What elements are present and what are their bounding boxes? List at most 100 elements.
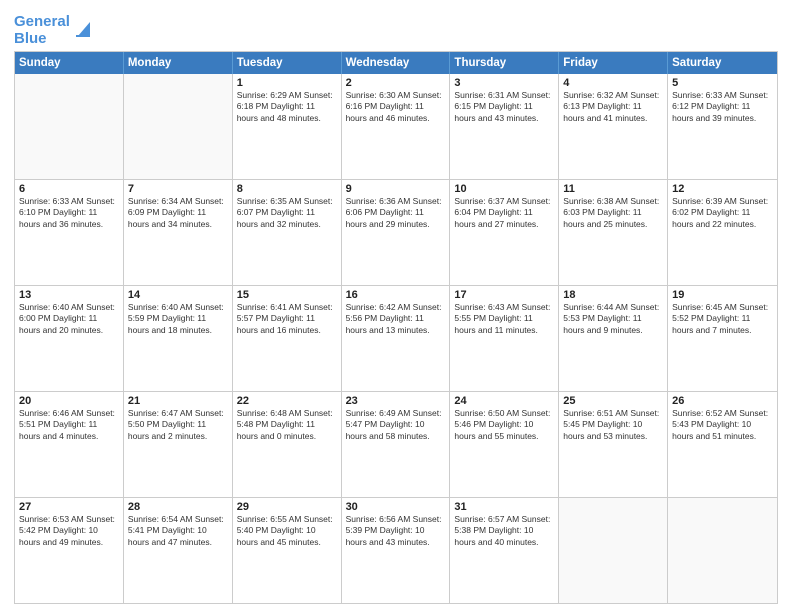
calendar-cell: 25Sunrise: 6:51 AM Sunset: 5:45 PM Dayli…: [559, 392, 668, 497]
calendar-row-1: 6Sunrise: 6:33 AM Sunset: 6:10 PM Daylig…: [15, 180, 777, 286]
cell-info: Sunrise: 6:48 AM Sunset: 5:48 PM Dayligh…: [237, 408, 337, 442]
header-day-thursday: Thursday: [450, 52, 559, 74]
day-number: 14: [128, 289, 228, 301]
header-day-sunday: Sunday: [15, 52, 124, 74]
calendar-cell: 13Sunrise: 6:40 AM Sunset: 6:00 PM Dayli…: [15, 286, 124, 391]
calendar-header: SundayMondayTuesdayWednesdayThursdayFrid…: [15, 52, 777, 74]
day-number: 29: [237, 501, 337, 513]
day-number: 22: [237, 395, 337, 407]
day-number: 12: [672, 183, 773, 195]
calendar-cell: 19Sunrise: 6:45 AM Sunset: 5:52 PM Dayli…: [668, 286, 777, 391]
cell-info: Sunrise: 6:32 AM Sunset: 6:13 PM Dayligh…: [563, 90, 663, 124]
calendar-cell: 3Sunrise: 6:31 AM Sunset: 6:15 PM Daylig…: [450, 74, 559, 179]
calendar-cell: 18Sunrise: 6:44 AM Sunset: 5:53 PM Dayli…: [559, 286, 668, 391]
calendar-cell: 9Sunrise: 6:36 AM Sunset: 6:06 PM Daylig…: [342, 180, 451, 285]
cell-info: Sunrise: 6:34 AM Sunset: 6:09 PM Dayligh…: [128, 196, 228, 230]
cell-info: Sunrise: 6:29 AM Sunset: 6:18 PM Dayligh…: [237, 90, 337, 124]
calendar-cell: 11Sunrise: 6:38 AM Sunset: 6:03 PM Dayli…: [559, 180, 668, 285]
cell-info: Sunrise: 6:52 AM Sunset: 5:43 PM Dayligh…: [672, 408, 773, 442]
logo-icon: [72, 18, 94, 40]
day-number: 27: [19, 501, 119, 513]
cell-info: Sunrise: 6:46 AM Sunset: 5:51 PM Dayligh…: [19, 408, 119, 442]
cell-info: Sunrise: 6:35 AM Sunset: 6:07 PM Dayligh…: [237, 196, 337, 230]
calendar-cell: 20Sunrise: 6:46 AM Sunset: 5:51 PM Dayli…: [15, 392, 124, 497]
cell-info: Sunrise: 6:53 AM Sunset: 5:42 PM Dayligh…: [19, 514, 119, 548]
logo: General Blue: [14, 14, 94, 47]
calendar-cell: 23Sunrise: 6:49 AM Sunset: 5:47 PM Dayli…: [342, 392, 451, 497]
calendar-cell: [668, 498, 777, 603]
cell-info: Sunrise: 6:51 AM Sunset: 5:45 PM Dayligh…: [563, 408, 663, 442]
cell-info: Sunrise: 6:41 AM Sunset: 5:57 PM Dayligh…: [237, 302, 337, 336]
cell-info: Sunrise: 6:31 AM Sunset: 6:15 PM Dayligh…: [454, 90, 554, 124]
logo-text: General Blue: [14, 14, 70, 47]
calendar: SundayMondayTuesdayWednesdayThursdayFrid…: [14, 51, 778, 604]
day-number: 3: [454, 77, 554, 89]
day-number: 9: [346, 183, 446, 195]
calendar-cell: 21Sunrise: 6:47 AM Sunset: 5:50 PM Dayli…: [124, 392, 233, 497]
cell-info: Sunrise: 6:33 AM Sunset: 6:12 PM Dayligh…: [672, 90, 773, 124]
calendar-cell: 14Sunrise: 6:40 AM Sunset: 5:59 PM Dayli…: [124, 286, 233, 391]
calendar-row-2: 13Sunrise: 6:40 AM Sunset: 6:00 PM Dayli…: [15, 286, 777, 392]
cell-info: Sunrise: 6:57 AM Sunset: 5:38 PM Dayligh…: [454, 514, 554, 548]
day-number: 15: [237, 289, 337, 301]
day-number: 6: [19, 183, 119, 195]
header-day-wednesday: Wednesday: [342, 52, 451, 74]
calendar-cell: 2Sunrise: 6:30 AM Sunset: 6:16 PM Daylig…: [342, 74, 451, 179]
header-day-monday: Monday: [124, 52, 233, 74]
day-number: 10: [454, 183, 554, 195]
day-number: 21: [128, 395, 228, 407]
day-number: 25: [563, 395, 663, 407]
calendar-cell: 31Sunrise: 6:57 AM Sunset: 5:38 PM Dayli…: [450, 498, 559, 603]
day-number: 23: [346, 395, 446, 407]
day-number: 26: [672, 395, 773, 407]
cell-info: Sunrise: 6:36 AM Sunset: 6:06 PM Dayligh…: [346, 196, 446, 230]
calendar-cell: 1Sunrise: 6:29 AM Sunset: 6:18 PM Daylig…: [233, 74, 342, 179]
cell-info: Sunrise: 6:37 AM Sunset: 6:04 PM Dayligh…: [454, 196, 554, 230]
calendar-cell: 8Sunrise: 6:35 AM Sunset: 6:07 PM Daylig…: [233, 180, 342, 285]
calendar-cell: 17Sunrise: 6:43 AM Sunset: 5:55 PM Dayli…: [450, 286, 559, 391]
day-number: 17: [454, 289, 554, 301]
calendar-cell: [15, 74, 124, 179]
day-number: 19: [672, 289, 773, 301]
cell-info: Sunrise: 6:54 AM Sunset: 5:41 PM Dayligh…: [128, 514, 228, 548]
calendar-cell: 7Sunrise: 6:34 AM Sunset: 6:09 PM Daylig…: [124, 180, 233, 285]
day-number: 18: [563, 289, 663, 301]
cell-info: Sunrise: 6:50 AM Sunset: 5:46 PM Dayligh…: [454, 408, 554, 442]
calendar-cell: 29Sunrise: 6:55 AM Sunset: 5:40 PM Dayli…: [233, 498, 342, 603]
calendar-cell: [559, 498, 668, 603]
calendar-cell: [124, 74, 233, 179]
calendar-row-4: 27Sunrise: 6:53 AM Sunset: 5:42 PM Dayli…: [15, 498, 777, 603]
cell-info: Sunrise: 6:30 AM Sunset: 6:16 PM Dayligh…: [346, 90, 446, 124]
page: General Blue SundayMondayTuesdayWednesda…: [0, 0, 792, 612]
calendar-cell: 24Sunrise: 6:50 AM Sunset: 5:46 PM Dayli…: [450, 392, 559, 497]
calendar-row-3: 20Sunrise: 6:46 AM Sunset: 5:51 PM Dayli…: [15, 392, 777, 498]
cell-info: Sunrise: 6:43 AM Sunset: 5:55 PM Dayligh…: [454, 302, 554, 336]
cell-info: Sunrise: 6:39 AM Sunset: 6:02 PM Dayligh…: [672, 196, 773, 230]
cell-info: Sunrise: 6:45 AM Sunset: 5:52 PM Dayligh…: [672, 302, 773, 336]
calendar-row-0: 1Sunrise: 6:29 AM Sunset: 6:18 PM Daylig…: [15, 74, 777, 180]
cell-info: Sunrise: 6:56 AM Sunset: 5:39 PM Dayligh…: [346, 514, 446, 548]
cell-info: Sunrise: 6:44 AM Sunset: 5:53 PM Dayligh…: [563, 302, 663, 336]
day-number: 13: [19, 289, 119, 301]
calendar-cell: 27Sunrise: 6:53 AM Sunset: 5:42 PM Dayli…: [15, 498, 124, 603]
cell-info: Sunrise: 6:49 AM Sunset: 5:47 PM Dayligh…: [346, 408, 446, 442]
cell-info: Sunrise: 6:42 AM Sunset: 5:56 PM Dayligh…: [346, 302, 446, 336]
day-number: 24: [454, 395, 554, 407]
calendar-cell: 10Sunrise: 6:37 AM Sunset: 6:04 PM Dayli…: [450, 180, 559, 285]
day-number: 1: [237, 77, 337, 89]
header-day-saturday: Saturday: [668, 52, 777, 74]
calendar-cell: 15Sunrise: 6:41 AM Sunset: 5:57 PM Dayli…: [233, 286, 342, 391]
cell-info: Sunrise: 6:47 AM Sunset: 5:50 PM Dayligh…: [128, 408, 228, 442]
calendar-cell: 4Sunrise: 6:32 AM Sunset: 6:13 PM Daylig…: [559, 74, 668, 179]
calendar-cell: 22Sunrise: 6:48 AM Sunset: 5:48 PM Dayli…: [233, 392, 342, 497]
day-number: 28: [128, 501, 228, 513]
calendar-cell: 30Sunrise: 6:56 AM Sunset: 5:39 PM Dayli…: [342, 498, 451, 603]
calendar-cell: 28Sunrise: 6:54 AM Sunset: 5:41 PM Dayli…: [124, 498, 233, 603]
day-number: 11: [563, 183, 663, 195]
cell-info: Sunrise: 6:40 AM Sunset: 6:00 PM Dayligh…: [19, 302, 119, 336]
day-number: 16: [346, 289, 446, 301]
day-number: 31: [454, 501, 554, 513]
day-number: 5: [672, 77, 773, 89]
day-number: 4: [563, 77, 663, 89]
day-number: 8: [237, 183, 337, 195]
